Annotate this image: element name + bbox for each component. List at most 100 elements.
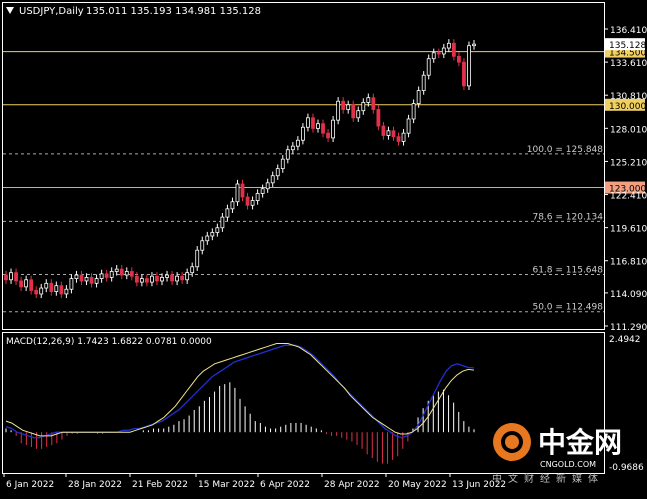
candle-body bbox=[84, 277, 89, 282]
candle-body bbox=[270, 175, 275, 184]
candle-body bbox=[119, 268, 124, 276]
candle-body bbox=[311, 117, 315, 129]
candle-body bbox=[245, 196, 250, 206]
watermark-sub: CNGOLD.COM bbox=[540, 460, 596, 469]
candle-body bbox=[426, 58, 431, 76]
price-tick-label: 133.610 bbox=[610, 59, 647, 69]
candle-body bbox=[290, 145, 295, 151]
candle-body bbox=[451, 42, 456, 57]
candle-body bbox=[29, 279, 34, 291]
candle-body bbox=[205, 235, 210, 242]
chart-window: 100.0 = 125.848 78.6 = 120.134 61.8 = 115.… bbox=[0, 0, 647, 495]
candle-body bbox=[185, 272, 190, 281]
date-tick-label: 6 Jan 2022 bbox=[6, 480, 54, 490]
candle-body bbox=[265, 182, 270, 190]
candle-body bbox=[19, 280, 23, 288]
symbol-triangle-icon bbox=[6, 7, 14, 14]
price-tick-label: 114.090 bbox=[610, 290, 647, 300]
candle-body bbox=[436, 52, 441, 55]
candle-body bbox=[24, 279, 29, 288]
candle-body bbox=[346, 104, 351, 110]
current-price-label: 135.128 bbox=[609, 41, 646, 51]
candle-body bbox=[124, 271, 129, 276]
candle-body bbox=[134, 275, 139, 283]
macd-title: MACD(12,26,9) 1.7423 1.6822 0.0781 0.000… bbox=[6, 337, 212, 347]
candles-layer bbox=[4, 39, 476, 299]
fib-label: 61.8 = 115.648 bbox=[532, 265, 603, 275]
candle-body bbox=[240, 183, 245, 198]
candle-body bbox=[175, 275, 179, 282]
candle-body bbox=[285, 149, 290, 160]
candle-body bbox=[275, 168, 280, 177]
candle-body bbox=[4, 274, 8, 281]
candle-body bbox=[386, 130, 391, 136]
candle-body bbox=[145, 278, 149, 283]
watermark-logo bbox=[493, 423, 531, 461]
candle-body bbox=[74, 274, 79, 279]
candle-body bbox=[54, 285, 59, 292]
candle-body bbox=[301, 126, 305, 141]
candle-body bbox=[431, 52, 436, 60]
candle-body bbox=[190, 266, 195, 274]
price-tick-label: 128.010 bbox=[610, 125, 647, 135]
candle-body bbox=[396, 136, 401, 142]
candle-body bbox=[104, 273, 109, 278]
candle-body bbox=[421, 74, 426, 91]
candle-body bbox=[69, 278, 74, 290]
candle-body bbox=[306, 117, 310, 128]
horizontal-levels-layer: 134.500130.000123.000 bbox=[3, 45, 646, 195]
candle-body bbox=[366, 97, 371, 103]
fibonacci-layer: 100.0 = 125.848 78.6 = 120.134 61.8 = 115.… bbox=[3, 145, 604, 313]
ohlc-readout: 135.011 135.193 134.981 135.128 bbox=[86, 6, 261, 17]
price-tick-label: 116.810 bbox=[610, 258, 647, 268]
candle-body bbox=[99, 273, 104, 279]
candle-body bbox=[129, 271, 134, 277]
candle-body bbox=[44, 282, 49, 289]
macd-layer bbox=[5, 343, 475, 464]
candle-body bbox=[180, 275, 185, 281]
price-tick-label: 125.210 bbox=[610, 158, 647, 168]
candle-body bbox=[165, 274, 169, 278]
candle-body bbox=[34, 290, 39, 295]
candle-body bbox=[462, 61, 466, 87]
candle-body bbox=[210, 232, 215, 237]
candle-body bbox=[114, 268, 119, 272]
candle-body bbox=[200, 240, 205, 251]
candle-body bbox=[14, 272, 18, 282]
candle-body bbox=[371, 97, 376, 110]
candle-body bbox=[9, 272, 13, 281]
axis-layer: 136.410 133.610 130.810 128.010 125.210 122.4… bbox=[3, 26, 647, 490]
candle-body bbox=[341, 100, 346, 110]
candle-body bbox=[235, 183, 240, 203]
symbol-label: USDJPY,Daily bbox=[19, 6, 84, 17]
candle-body bbox=[64, 288, 69, 295]
candle-body bbox=[150, 275, 154, 283]
price-tick-label: 119.610 bbox=[610, 225, 647, 235]
candle-body bbox=[195, 249, 200, 268]
candle-body bbox=[316, 123, 320, 129]
candle-body bbox=[295, 139, 300, 147]
candle-body bbox=[336, 100, 341, 121]
candle-body bbox=[155, 275, 159, 282]
candle-body bbox=[139, 278, 144, 283]
candle-body bbox=[356, 110, 361, 119]
candle-body bbox=[109, 271, 114, 278]
candle-body bbox=[331, 119, 335, 139]
candle-body bbox=[79, 274, 84, 282]
candle-body bbox=[250, 200, 255, 206]
macd-axis-bottom: -0.9686 bbox=[609, 463, 644, 473]
fib-label: 100.0 = 125.848 bbox=[527, 145, 604, 155]
candle-body bbox=[255, 193, 260, 201]
candle-body bbox=[391, 130, 396, 138]
candle-body bbox=[39, 287, 44, 295]
candle-body bbox=[170, 274, 174, 282]
candle-body bbox=[321, 123, 325, 134]
price-chart: 100.0 = 125.848 78.6 = 120.134 61.8 = 115.… bbox=[2, 2, 647, 490]
date-tick-label: 28 Apr 2022 bbox=[324, 480, 380, 490]
price-tick-label: 130.810 bbox=[610, 92, 647, 102]
fib-label: 78.6 = 120.134 bbox=[532, 212, 603, 222]
price-tick-label: 111.290 bbox=[610, 323, 647, 333]
candle-body bbox=[351, 104, 356, 119]
candle-body bbox=[230, 201, 235, 210]
candle-body bbox=[260, 188, 265, 194]
